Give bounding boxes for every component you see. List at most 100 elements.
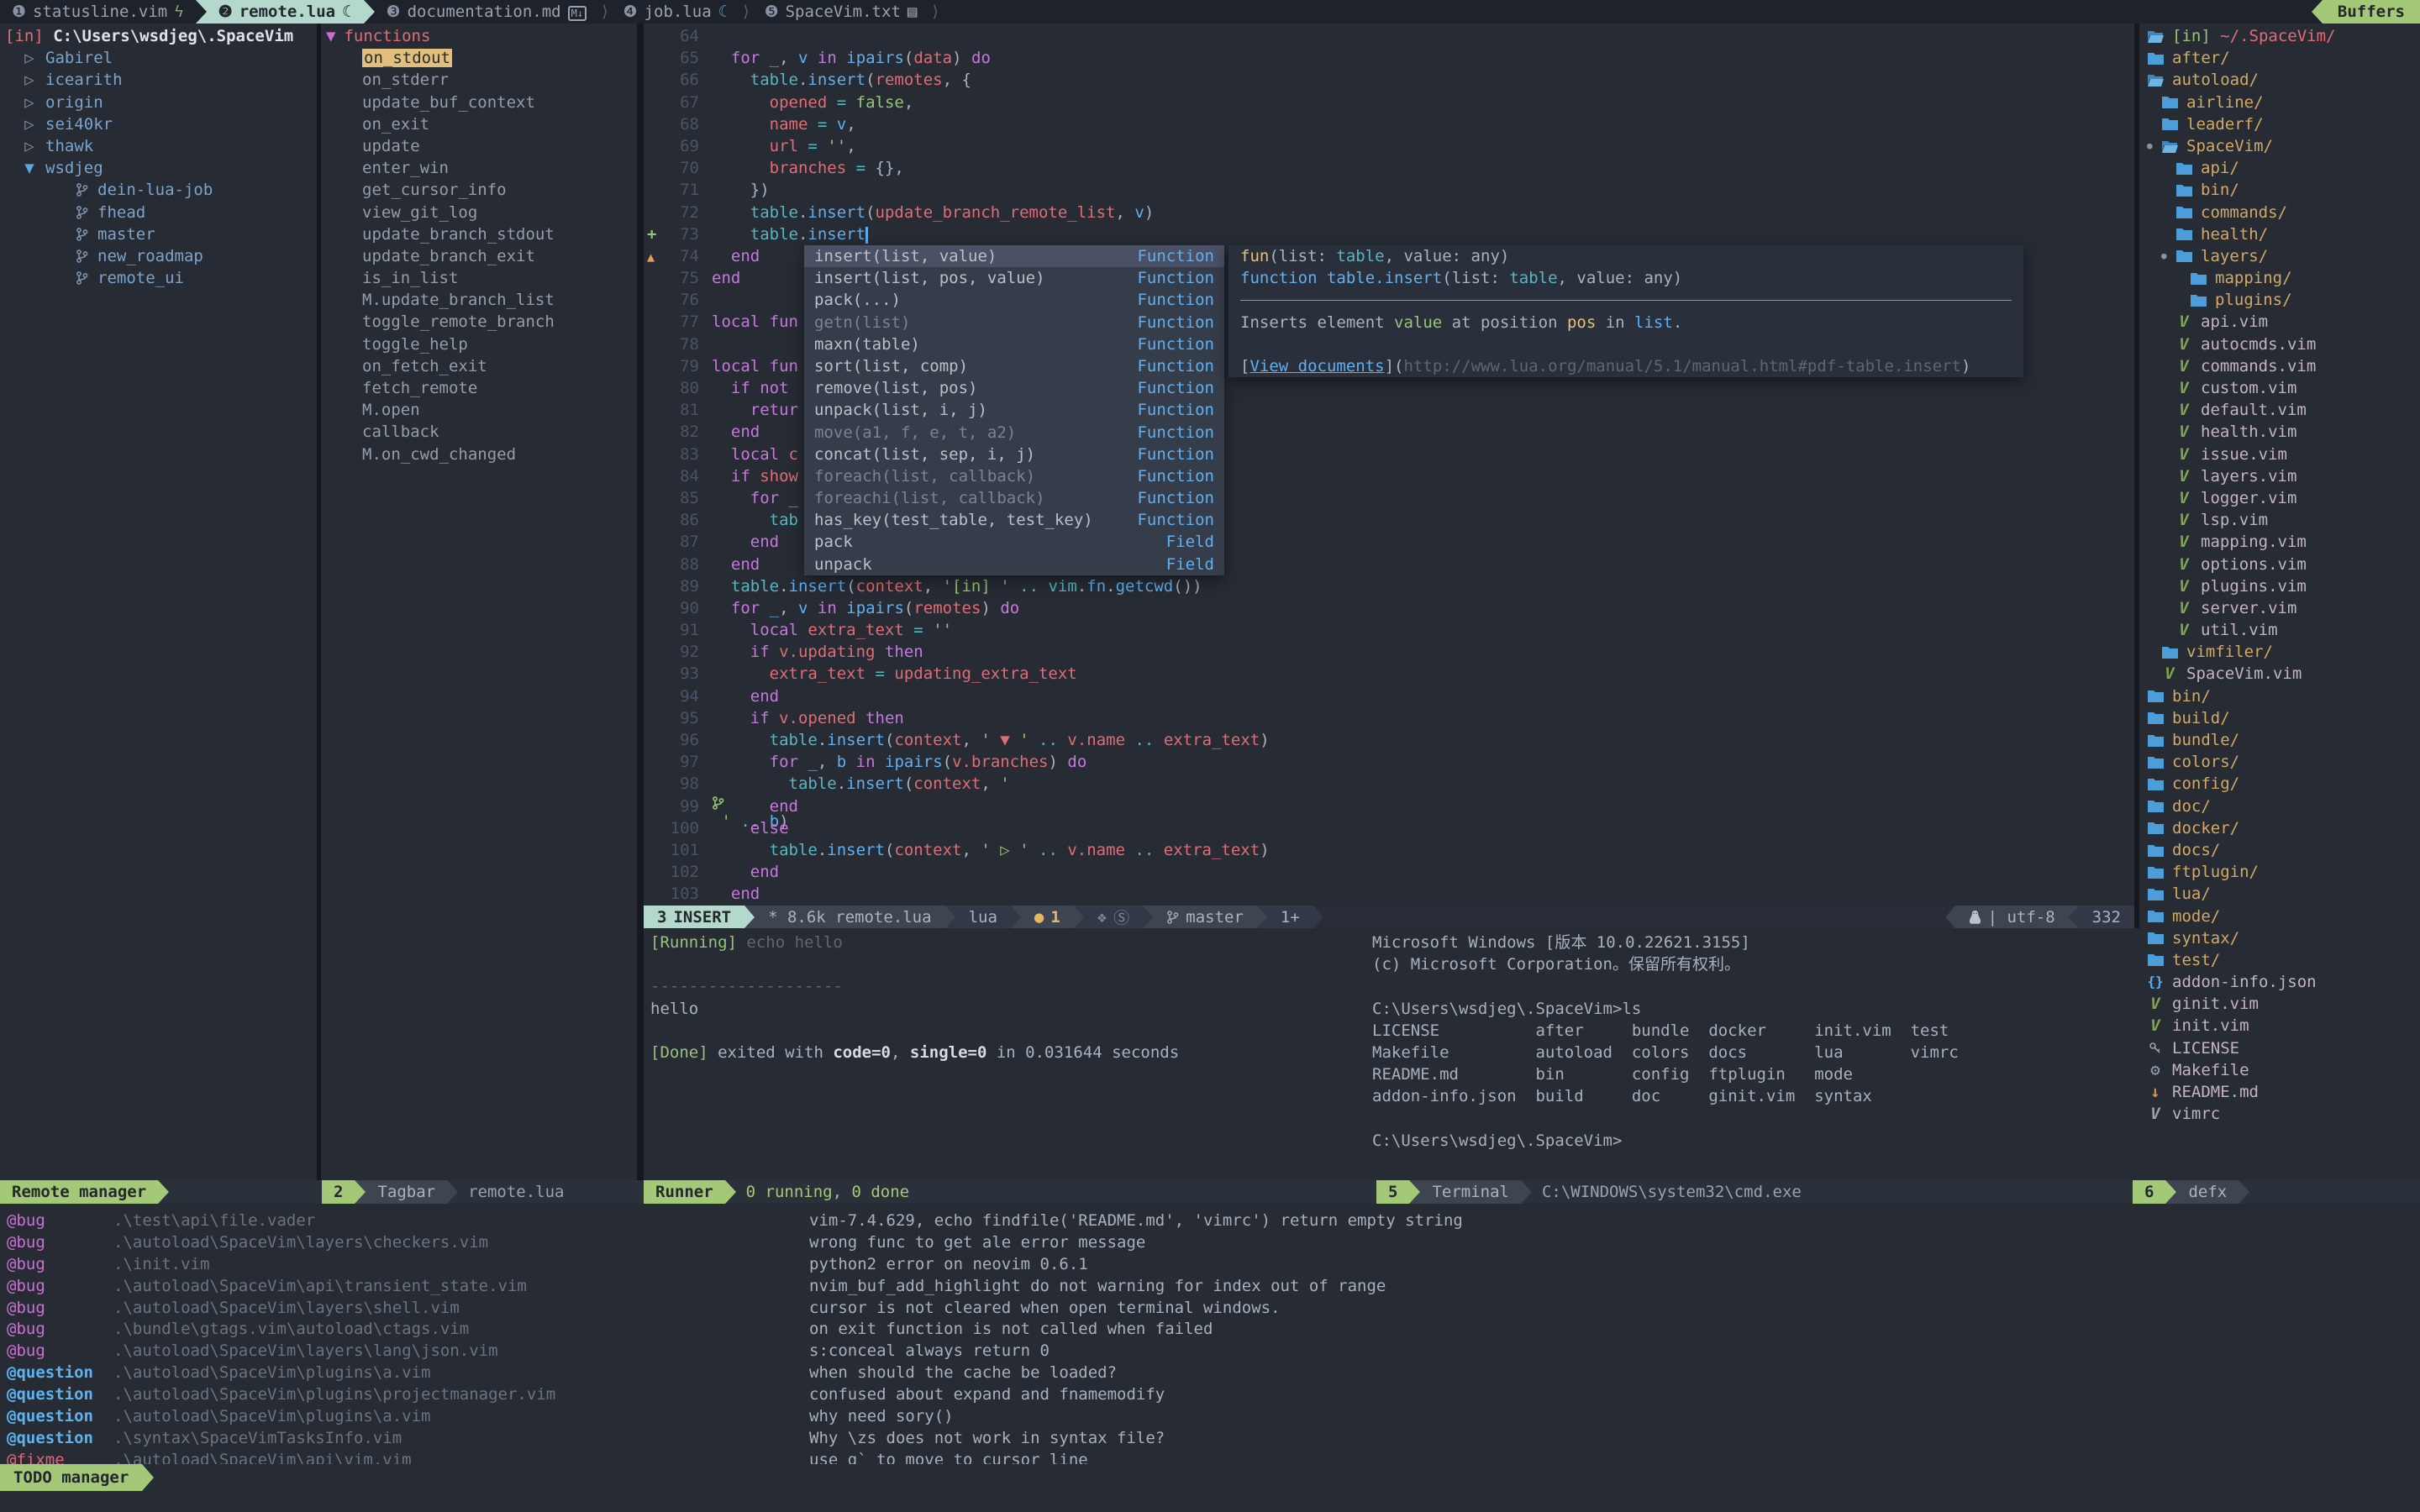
- function-item[interactable]: on_stderr: [321, 69, 637, 91]
- code-line[interactable]: 103 end: [644, 883, 2134, 905]
- completion-item[interactable]: remove(list, pos)Function: [804, 377, 1224, 399]
- code-line[interactable]: 71 }): [644, 179, 2134, 201]
- file-explorer-item[interactable]: leaderf/: [2139, 113, 2420, 135]
- function-item[interactable]: M.open: [321, 399, 637, 421]
- remote-tree-item[interactable]: ▷thawk: [0, 135, 317, 157]
- todo-row[interactable]: @bug.\init.vimpython2 error on neovim 0.…: [0, 1254, 2420, 1276]
- remote-tree-item[interactable]: remote_ui: [0, 267, 317, 289]
- completion-item[interactable]: maxn(table)Function: [804, 333, 1224, 355]
- file-explorer-item[interactable]: Vcustom.vim: [2139, 377, 2420, 399]
- function-item[interactable]: enter_win: [321, 157, 637, 179]
- file-explorer-item[interactable]: syntax/: [2139, 927, 2420, 949]
- file-explorer-item[interactable]: test/: [2139, 949, 2420, 971]
- todo-row[interactable]: @bug.\autoload\SpaceVim\layers\shell.vim…: [0, 1298, 2420, 1320]
- completion-item[interactable]: foreach(list, callback)Function: [804, 465, 1224, 487]
- code-line[interactable]: 96 table.insert(context, ' ▼ ' .. v.name…: [644, 729, 2134, 751]
- remote-tree-item[interactable]: ▼wsdjeg: [0, 157, 317, 179]
- remote-tree-item[interactable]: master: [0, 223, 317, 245]
- code-line[interactable]: 72 table.insert(update_branch_remote_lis…: [644, 202, 2134, 223]
- winbar-defx[interactable]: 6 defx: [2133, 1180, 2249, 1204]
- code-line[interactable]: 89 table.insert(context, '[in] ' .. vim.…: [644, 575, 2134, 597]
- code-line[interactable]: 67 opened = false,: [644, 92, 2134, 113]
- file-explorer-item[interactable]: Vginit.vim: [2139, 993, 2420, 1015]
- winbar-tagbar-number[interactable]: 2: [322, 1180, 355, 1204]
- file-explorer-item[interactable]: ●layers/: [2139, 245, 2420, 267]
- code-line[interactable]: 64: [644, 25, 2134, 47]
- todo-row[interactable]: @question.\autoload\SpaceVim\plugins\a.v…: [0, 1362, 2420, 1384]
- remote-tree-item[interactable]: ▷icearith: [0, 69, 317, 91]
- winbar-remote-manager[interactable]: Remote manager: [0, 1180, 169, 1204]
- file-explorer-item[interactable]: bundle/: [2139, 729, 2420, 751]
- file-explorer-item[interactable]: Vdefault.vim: [2139, 399, 2420, 421]
- file-explorer-item[interactable]: ↓README.md: [2139, 1081, 2420, 1103]
- file-explorer-item[interactable]: vimfiler/: [2139, 641, 2420, 663]
- buffer-tab-active[interactable]: ❷remote.lua☾: [207, 0, 364, 24]
- file-explorer-item[interactable]: Vissue.vim: [2139, 444, 2420, 465]
- file-explorer-item[interactable]: bin/: [2139, 179, 2420, 201]
- winbar-runner[interactable]: Runner 0 running, 0 done: [644, 1180, 919, 1204]
- todo-manager-label[interactable]: TODO manager: [0, 1464, 142, 1491]
- completion-item[interactable]: getn(list)Function: [804, 312, 1224, 333]
- code-line[interactable]: 98 table.insert(context, ' ' .. b): [644, 773, 2134, 795]
- file-explorer-item[interactable]: health/: [2139, 223, 2420, 245]
- function-item[interactable]: view_git_log: [321, 202, 637, 223]
- file-explorer-item[interactable]: Vlayers.vim: [2139, 465, 2420, 487]
- code-line[interactable]: 69 url = '',: [644, 135, 2134, 157]
- todo-row[interactable]: @question.\autoload\SpaceVim\plugins\a.v…: [0, 1406, 2420, 1428]
- file-explorer-item[interactable]: api/: [2139, 157, 2420, 179]
- file-explorer-item[interactable]: ●SpaceVim/: [2139, 135, 2420, 157]
- file-explorer-item[interactable]: commands/: [2139, 202, 2420, 223]
- code-line[interactable]: +73 table.insert: [644, 223, 2134, 245]
- buffer-tab[interactable]: ❹job.lua☾: [612, 0, 740, 24]
- code-line[interactable]: 101 table.insert(context, ' ▷ ' .. v.nam…: [644, 839, 2134, 861]
- file-explorer-item[interactable]: plugins/: [2139, 289, 2420, 311]
- file-explorer-item[interactable]: mapping/: [2139, 267, 2420, 289]
- file-explorer-item[interactable]: Vapi.vim: [2139, 311, 2420, 333]
- code-line[interactable]: 90 for _, v in ipairs(remotes) do: [644, 597, 2134, 619]
- code-line[interactable]: 93 extra_text = updating_extra_text: [644, 663, 2134, 685]
- todo-row[interactable]: @bug.\autoload\SpaceVim\layers\lang\json…: [0, 1341, 2420, 1362]
- function-item[interactable]: update_branch_stdout: [321, 223, 637, 245]
- todo-row[interactable]: @question.\autoload\SpaceVim\plugins\pro…: [0, 1384, 2420, 1406]
- completion-item[interactable]: concat(list, sep, i, j)Function: [804, 444, 1224, 465]
- file-explorer-item[interactable]: lua/: [2139, 883, 2420, 905]
- todo-row[interactable]: @bug.\test\api\file.vadervim-7.4.629, ec…: [0, 1210, 2420, 1232]
- function-item[interactable]: is_in_list: [321, 267, 637, 289]
- file-explorer-item[interactable]: doc/: [2139, 795, 2420, 817]
- remote-tree-item[interactable]: ▷Gabirel: [0, 47, 317, 69]
- tagbar-pane[interactable]: ▼functions on_stdouton_stderrupdate_buf_…: [321, 24, 637, 1182]
- winbar-terminal-label[interactable]: Terminal: [1420, 1180, 1521, 1204]
- file-explorer-item[interactable]: Vlogger.vim: [2139, 487, 2420, 509]
- buffer-tab[interactable]: ❺SpaceVim.txt▤: [753, 0, 929, 24]
- statusline-warnings[interactable]: ●1: [1021, 906, 1074, 928]
- view-documents-link[interactable]: View documents: [1249, 357, 1384, 375]
- code-line[interactable]: 66 table.insert(remotes, {: [644, 69, 2134, 91]
- code-line[interactable]: 100 else: [644, 817, 2134, 839]
- winbar-remote-label[interactable]: Remote manager: [0, 1180, 158, 1204]
- file-explorer-item[interactable]: Vlsp.vim: [2139, 509, 2420, 531]
- file-explorer-item[interactable]: Vinit.vim: [2139, 1015, 2420, 1037]
- file-explorer-item[interactable]: after/: [2139, 47, 2420, 69]
- file-explorer-item[interactable]: ⚙Makefile: [2139, 1059, 2420, 1081]
- file-explorer-item[interactable]: Vmapping.vim: [2139, 531, 2420, 553]
- file-explorer-item[interactable]: docs/: [2139, 839, 2420, 861]
- function-item[interactable]: get_cursor_info: [321, 179, 637, 201]
- todo-row[interactable]: @bug.\autoload\SpaceVim\api\transient_st…: [0, 1276, 2420, 1298]
- file-explorer-item[interactable]: Vutil.vim: [2139, 619, 2420, 641]
- file-explorer-item[interactable]: Vserver.vim: [2139, 597, 2420, 619]
- code-line[interactable]: 68 name = v,: [644, 113, 2134, 135]
- file-explorer-item[interactable]: docker/: [2139, 817, 2420, 839]
- function-item[interactable]: toggle_remote_branch: [321, 311, 637, 333]
- completion-item[interactable]: insert(list, value)Function: [804, 245, 1224, 267]
- file-explorer-item[interactable]: build/: [2139, 707, 2420, 729]
- file-explorer-item[interactable]: Vhealth.vim: [2139, 421, 2420, 443]
- command-line[interactable]: [0, 1491, 2420, 1512]
- completion-item[interactable]: unpack(list, i, j)Function: [804, 399, 1224, 421]
- function-item[interactable]: M.on_cwd_changed: [321, 444, 637, 465]
- winbar-terminal[interactable]: 5 Terminal C:\WINDOWS\system32\cmd.exe: [1376, 1180, 1812, 1204]
- file-explorer-item[interactable]: VSpaceVim.vim: [2139, 663, 2420, 685]
- editor-pane[interactable]: 6465 for _, v in ipairs(data) do66 table…: [644, 24, 2134, 907]
- function-item[interactable]: update: [321, 135, 637, 157]
- function-item[interactable]: on_fetch_exit: [321, 355, 637, 377]
- function-item[interactable]: toggle_help: [321, 333, 637, 355]
